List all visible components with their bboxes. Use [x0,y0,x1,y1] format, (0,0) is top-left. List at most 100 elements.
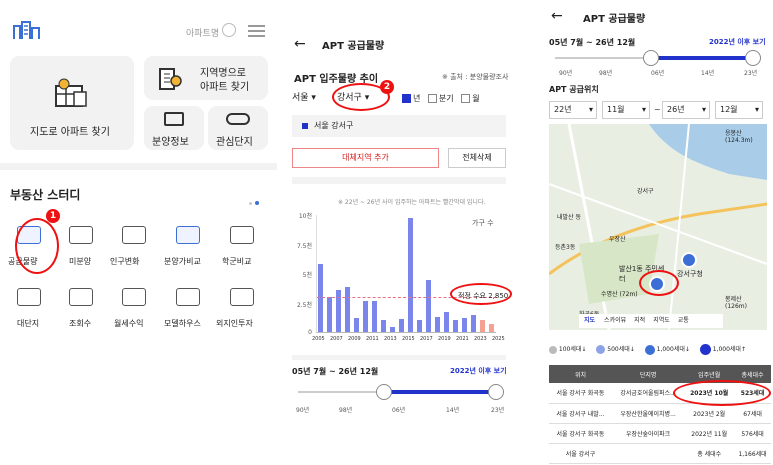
add-region-label: 대체지역 추가 [342,153,389,162]
menu-icon[interactable] [248,25,265,37]
map-label: 수명산 (72m) [601,291,638,298]
chart-bar [408,217,413,332]
period-year[interactable]: 년 [402,94,420,103]
grid-label: 미분양 [69,257,92,266]
back-arrow-icon[interactable]: ← [294,36,306,52]
population-icon [122,226,146,244]
y-tick-label: 10천 [298,213,312,220]
to-year-select[interactable]: 26년 ▾ [662,101,710,119]
grid-item-school[interactable]: 학군비교 [216,222,268,270]
table-row[interactable]: 서울 강서구 내발... 우장산한울에이치병... 2023년 2월 67세대 [549,403,771,423]
col-location[interactable]: 위치 [549,365,612,383]
chart-bar [336,289,341,332]
x-tick-label: 2009 [348,336,361,342]
page-dots [249,190,259,209]
model-house-icon [176,288,200,306]
red-bar-note: ※ 22년 ~ 26년 사이 입주하는 아파트는 빨간막대 입니다. [338,199,486,206]
apartment-search-label[interactable]: 아파트명 [186,26,219,39]
back-arrow-icon[interactable]: ← [551,8,563,24]
grid-item-price-compare[interactable]: 분양가비교 [162,222,214,270]
map-label: 등촌3동 [555,244,576,251]
highlight-circle [15,218,59,274]
grid-item-outsider[interactable]: 외지인투자 [216,284,272,332]
y-tick-label: 7.5천 [296,242,312,250]
map-pin-icon[interactable] [681,252,697,268]
search-icon[interactable] [222,23,236,37]
col-complex[interactable]: 단지명 [612,365,684,383]
range-slider[interactable] [555,50,761,66]
chart-bar [381,320,386,332]
name-search-line1: 지역명으로 [200,68,246,79]
chart-bar [489,323,494,332]
range-handle-end[interactable] [745,50,761,66]
grid-item-unsold[interactable]: 미분양 [56,222,106,270]
name-search-tile[interactable]: 지역명으로 아파트 찾기 [144,56,268,100]
table-row[interactable]: 서울 강서구 화곡동 우장산숲아이파크 2022년 11월 576세대 [549,423,771,443]
period-month[interactable]: 월 [461,94,480,103]
app-logo [12,20,42,40]
source-note: ※ 출처 : 분양물량조사 [442,73,509,81]
map-tab-traffic[interactable]: 교통 [674,317,693,324]
range-tilde: ~ [654,105,661,114]
y-tick-label: 5천 [302,272,312,279]
chart-bar [444,311,449,332]
grid-label: 외지인투자 [216,319,253,328]
supply-map[interactable]: 강서구청 발산1동 주민센터 수명산 (72m) 강서구 내발산 동 우장산 등… [549,124,767,330]
range-slider[interactable] [298,384,504,400]
map-tab-map[interactable]: 지도 [579,317,600,324]
map-label: 강서구 [637,188,654,195]
delete-all-button[interactable]: 전체삭제 [448,148,506,168]
y-tick-label: 0 [308,329,312,336]
to-month-select[interactable]: 12월 ▾ [715,101,763,119]
chart-bar [453,320,458,332]
range-handle-end[interactable] [488,384,504,400]
grid-label: 대단지 [17,319,40,328]
grid-item-views[interactable]: 조회수 [56,284,106,332]
grid-item-large-complex[interactable]: 대단지 [4,284,54,332]
map-search-label: 지도로 아파트 찾기 [30,127,110,138]
region-color-swatch [302,123,308,129]
range-text: 05년 7월 ~ 26년 12월 [292,367,379,376]
from-year-select[interactable]: 22년 ▾ [549,101,597,119]
grid-item-population[interactable]: 인구변화 [108,222,160,270]
add-region-button[interactable]: 대체지역 추가 [292,148,439,168]
table-total-row: 서울 강서구 총 세대수 1,166세대 [549,443,771,463]
range-handle-start[interactable] [376,384,392,400]
period-quarter[interactable]: 분기 [427,94,454,103]
grid-item-model-house[interactable]: 모델하우스 [162,284,214,332]
after-2022-link[interactable]: 2022년 이후 보기 [450,366,507,376]
range-selected [651,56,753,60]
from-month-select[interactable]: 11월 ▾ [602,101,650,119]
chart-bar [372,301,377,332]
supply-location-panel: ← APT 공급물량 05년 7월 ~ 26년 12월 2022년 이후 보기 … [545,0,773,465]
map-tab-sky[interactable]: 스카이뷰 [600,317,630,324]
range-handle-start[interactable] [643,50,659,66]
chart-bar [435,316,440,332]
x-tick-label: 2021 [456,336,469,342]
highlight-circle [450,283,512,305]
page-title: APT 공급물량 [322,41,385,52]
map-tab-cadastral[interactable]: 지적 [630,317,649,324]
map-label: 응봉산 (124.3m) [725,130,753,144]
x-tick-label: 2005 [312,336,325,342]
presale-tile[interactable]: 분양정보 [144,106,204,150]
supply-bar-chart: 0 2.5천 5천 7.5천 10천 2005 2007 2009 2011 2013 2015 20… [282,210,518,350]
map-label: 봉제산 (126m) [725,296,747,310]
map-search-tile[interactable]: 지도로 아파트 찾기 [10,56,134,150]
page-title: APT 공급물량 [583,14,646,25]
map-tab-region[interactable]: 지역도 [649,317,674,324]
chart-bar [390,327,395,332]
x-tick-label: 2023 [474,336,487,342]
range-selected [384,390,496,394]
after-2022-link[interactable]: 2022년 이후 보기 [709,37,766,47]
chart-bar [345,287,350,332]
delete-all-label: 전체삭제 [462,153,492,162]
chart-bar [327,296,332,332]
presale-label: 분양정보 [152,137,189,148]
chart-bar [471,315,476,332]
grid-label: 인구변화 [110,257,140,266]
outsider-icon [230,288,254,306]
interest-tile[interactable]: 관심단지 [208,106,268,150]
city-select[interactable]: 서울 ▾ [292,90,330,106]
grid-item-rent-yield[interactable]: 월세수익 [108,284,160,332]
